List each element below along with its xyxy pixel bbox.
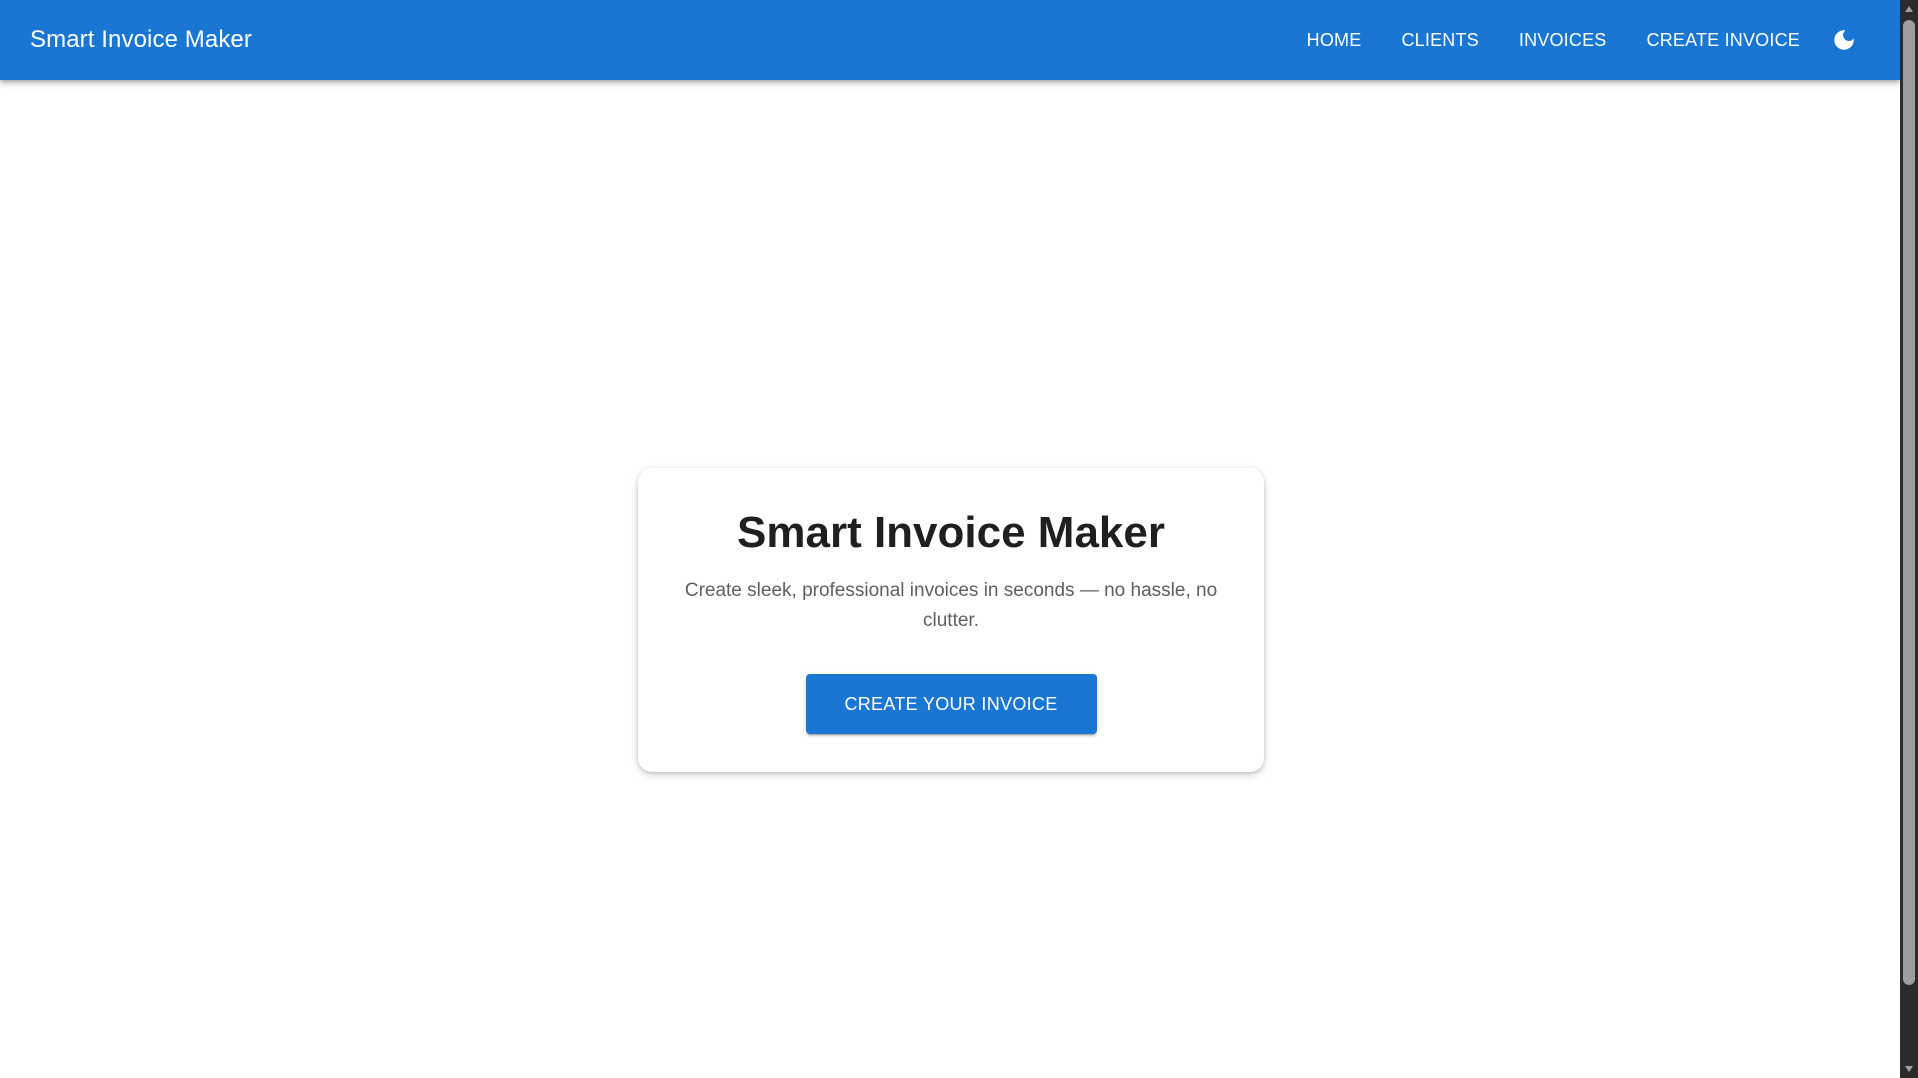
- nav-home-link[interactable]: HOME: [1293, 22, 1376, 59]
- hero-title: Smart Invoice Maker: [737, 508, 1165, 557]
- main-content: Smart Invoice Maker Create sleek, profes…: [0, 80, 1900, 1078]
- scrollbar-thumb[interactable]: [1903, 20, 1915, 985]
- vertical-scrollbar[interactable]: [1900, 0, 1918, 1078]
- create-your-invoice-button[interactable]: CREATE YOUR INVOICE: [805, 674, 1097, 734]
- theme-toggle-button[interactable]: [1824, 20, 1864, 60]
- scroll-down-arrow-icon[interactable]: [1900, 1060, 1918, 1078]
- main-nav: HOME CLIENTS INVOICES CREATE INVOICE: [1281, 20, 1870, 60]
- nav-invoices-link[interactable]: INVOICES: [1505, 22, 1621, 59]
- app-bar: Smart Invoice Maker HOME CLIENTS INVOICE…: [0, 0, 1900, 80]
- hero-subtitle: Create sleek, professional invoices in s…: [684, 580, 1218, 631]
- scroll-up-arrow-icon[interactable]: [1900, 0, 1918, 18]
- moon-icon: [1834, 30, 1854, 50]
- nav-clients-link[interactable]: CLIENTS: [1387, 22, 1492, 59]
- app-window: Smart Invoice Maker HOME CLIENTS INVOICE…: [0, 0, 1918, 1078]
- nav-create-invoice-link[interactable]: CREATE INVOICE: [1633, 22, 1815, 59]
- brand-title[interactable]: Smart Invoice Maker: [30, 26, 252, 54]
- hero-card: Smart Invoice Maker Create sleek, profes…: [638, 468, 1264, 772]
